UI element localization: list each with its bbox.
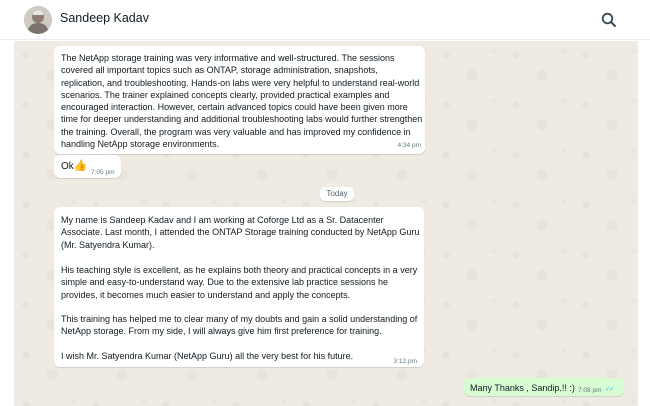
avatar-photo xyxy=(24,6,52,34)
thumbs-up-emoji: 👍 xyxy=(73,160,88,172)
chat-header: Sandeep Kadav xyxy=(0,0,650,40)
message-paragraph: I wish Mr. Satyendra Kumar (NetApp Guru)… xyxy=(61,351,354,361)
message-list[interactable]: The NetApp storage training was very inf… xyxy=(14,41,638,406)
message-text-ok: Ok xyxy=(61,161,74,172)
message-paragraph: My name is Sandeep Kadav and I am workin… xyxy=(61,215,420,250)
message-paragraph: His teaching style is excellent, as he e… xyxy=(61,265,418,300)
message-bubble-incoming[interactable]: My name is Sandeep Kadav and I am workin… xyxy=(54,207,424,367)
message-bubble-incoming[interactable]: The NetApp storage training was very inf… xyxy=(54,46,425,154)
chat-window: Sandeep Kadav The NetApp storage trainin… xyxy=(0,0,650,406)
message-text: The NetApp storage training was very inf… xyxy=(61,53,425,150)
double-check-icon: ✓✓ xyxy=(605,386,615,393)
message-bubble-incoming[interactable]: Ok👍 7:05 pm xyxy=(54,155,121,178)
avatar[interactable] xyxy=(24,6,52,34)
message-time: 4:34 pm xyxy=(397,141,422,149)
message-time: 3:12 pm xyxy=(393,358,418,365)
message-paragraph: This training has helped me to clear man… xyxy=(61,314,418,337)
date-separator: Today xyxy=(320,187,354,201)
search-icon[interactable] xyxy=(600,11,618,29)
message-text: Ok👍 xyxy=(61,160,87,173)
message-bubble-outgoing[interactable]: Many Thanks , Sandip.!! :) 7:08 pm ✓✓ xyxy=(464,378,624,396)
contact-name[interactable]: Sandeep Kadav xyxy=(60,11,149,25)
message-time: 7:08 pm xyxy=(578,387,602,394)
message-text: Many Thanks , Sandip.!! :) xyxy=(470,383,575,393)
message-time: 7:05 pm xyxy=(91,169,115,176)
